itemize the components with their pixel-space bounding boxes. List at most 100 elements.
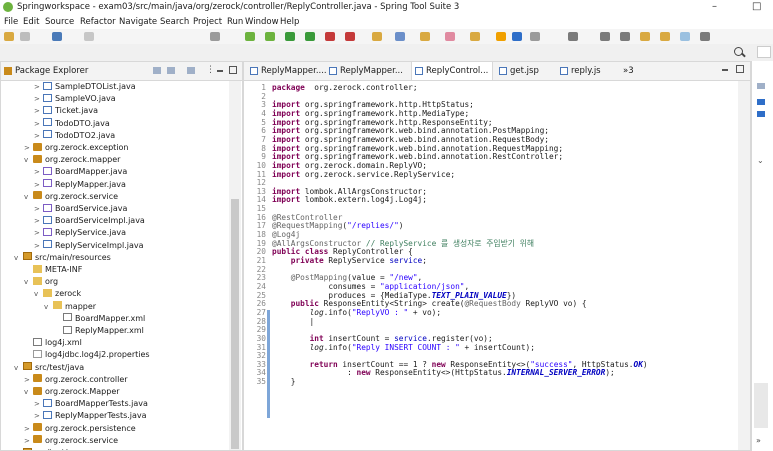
- view-menu-icon[interactable]: ⋮: [206, 65, 215, 75]
- menu-source[interactable]: Source: [45, 17, 74, 27]
- pilcrow-icon[interactable]: [530, 32, 540, 41]
- hide-fields-icon[interactable]: [757, 99, 765, 105]
- minimize-view-icon[interactable]: [217, 70, 223, 72]
- pen-icon[interactable]: [445, 32, 455, 41]
- skip-icon[interactable]: [84, 32, 94, 41]
- tree-item[interactable]: ReplyMapper.xml: [54, 325, 144, 336]
- chevron-right-icon[interactable]: >: [34, 119, 43, 130]
- editor-tab[interactable]: »3: [619, 62, 641, 80]
- menu-navigate[interactable]: Navigate: [119, 17, 157, 27]
- tree-item[interactable]: > ReplyMapper.java: [34, 179, 126, 190]
- tree-item[interactable]: > BoardServiceImpl.java: [34, 215, 145, 226]
- editor-tab[interactable]: ReplyMapper...: [326, 62, 408, 80]
- tree-item[interactable]: >src/test/resources: [14, 447, 106, 450]
- debug-icon[interactable]: [265, 32, 275, 41]
- tree-item[interactable]: > org.zerock.service: [24, 435, 118, 446]
- tree-item[interactable]: > TodoDTO2.java: [34, 130, 115, 141]
- chevron-right-icon[interactable]: >: [24, 424, 33, 435]
- side-scroll-icon[interactable]: [754, 383, 768, 428]
- chevron-down-icon[interactable]: v: [14, 253, 23, 264]
- chevron-down-icon[interactable]: v: [44, 302, 53, 313]
- highlight-icon[interactable]: [496, 32, 506, 41]
- new-type-icon[interactable]: [372, 32, 382, 41]
- menu-project[interactable]: Project: [193, 17, 222, 27]
- menu-help[interactable]: Help: [280, 17, 299, 27]
- new-icon[interactable]: [4, 32, 14, 41]
- minimize-editor-icon[interactable]: [722, 69, 728, 71]
- side-overflow-icon[interactable]: »: [756, 436, 761, 445]
- chevron-right-icon[interactable]: >: [24, 375, 33, 386]
- folder-icon[interactable]: [470, 32, 480, 41]
- tree-item[interactable]: v org.zerock.Mapper: [24, 386, 120, 397]
- tree-item[interactable]: > org.zerock.controller: [24, 374, 128, 385]
- tree-item[interactable]: BoardMapper.xml: [54, 313, 145, 324]
- editor-scrollbar[interactable]: [738, 81, 750, 450]
- outline-icon[interactable]: [757, 83, 765, 89]
- menu-window[interactable]: Window: [245, 17, 279, 27]
- collapse-all-icon[interactable]: [153, 67, 161, 74]
- chevron-right-icon[interactable]: >: [34, 411, 43, 422]
- tree-item[interactable]: > BoardMapper.java: [34, 166, 127, 177]
- last-edit-icon[interactable]: [680, 32, 690, 41]
- open-folder-icon[interactable]: [420, 32, 430, 41]
- tree-item[interactable]: > org.zerock.persistence: [24, 423, 136, 434]
- open-type-icon[interactable]: [395, 32, 405, 41]
- annotation-icon[interactable]: [568, 32, 578, 41]
- menu-run[interactable]: Run: [227, 17, 243, 27]
- editor-tab[interactable]: get.jsp: [496, 62, 554, 80]
- chevron-right-icon[interactable]: >: [34, 204, 43, 215]
- run-icon[interactable]: [285, 32, 295, 41]
- tree-item[interactable]: > Ticket.java: [34, 105, 98, 116]
- chevron-down-icon[interactable]: v: [24, 387, 33, 398]
- tree-item[interactable]: v zerock: [34, 288, 81, 299]
- toggle-icon[interactable]: [210, 32, 220, 41]
- back-icon[interactable]: [640, 32, 650, 41]
- next-annotation-icon[interactable]: [600, 32, 610, 41]
- chevron-right-icon[interactable]: >: [34, 94, 43, 105]
- chevron-right-icon[interactable]: >: [24, 143, 33, 154]
- editor-tab[interactable]: reply.js: [557, 62, 617, 80]
- tree-item[interactable]: > TodoDTO.java: [34, 118, 110, 129]
- tree-item[interactable]: v src/main/resources: [14, 252, 111, 263]
- chevron-right-icon[interactable]: >: [34, 228, 43, 239]
- tree-item[interactable]: > org.zerock.exception: [24, 142, 128, 153]
- link-editor-icon[interactable]: [167, 67, 175, 74]
- chevron-right-icon[interactable]: >: [34, 106, 43, 117]
- toolbar-more-icon[interactable]: [700, 32, 710, 41]
- terminal-icon[interactable]: [52, 32, 62, 41]
- run-as-icon[interactable]: [305, 32, 315, 41]
- menu-edit[interactable]: Edit: [23, 17, 39, 27]
- hide-static-icon[interactable]: [757, 111, 765, 117]
- tree-item[interactable]: > ReplyService.java: [34, 227, 126, 238]
- tree-item[interactable]: > SampleDTOList.java: [34, 81, 136, 92]
- expand-icon[interactable]: ⌄: [757, 156, 764, 165]
- forward-icon[interactable]: [660, 32, 670, 41]
- tree-item[interactable]: v org.zerock.service: [24, 191, 118, 202]
- minimize-button[interactable]: –: [712, 1, 717, 12]
- chevron-right-icon[interactable]: >: [34, 167, 43, 178]
- chevron-down-icon[interactable]: v: [24, 155, 33, 166]
- save-icon[interactable]: [20, 32, 30, 41]
- tree-item[interactable]: > SampleVO.java: [34, 93, 116, 104]
- chevron-down-icon[interactable]: v: [34, 289, 43, 300]
- filter-icon[interactable]: [187, 67, 195, 74]
- tree-item[interactable]: > ReplyMapperTests.java: [34, 410, 147, 421]
- prev-annotation-icon[interactable]: [620, 32, 630, 41]
- editor-tab[interactable]: ReplyControl...: [411, 62, 493, 80]
- spring-boot-icon[interactable]: [245, 32, 255, 41]
- chevron-right-icon[interactable]: >: [34, 241, 43, 252]
- code-area[interactable]: 1 package org.zerock.controller; 2 3 import …: [244, 81, 736, 450]
- menu-search[interactable]: Search: [160, 17, 189, 27]
- tree-item[interactable]: META-INF: [24, 264, 82, 275]
- tree-item[interactable]: log4jdbc.log4j2.properties: [24, 349, 150, 360]
- chevron-down-icon[interactable]: v: [24, 277, 33, 288]
- tree-item[interactable]: > BoardMapperTests.java: [34, 398, 148, 409]
- maximize-button[interactable]: □: [752, 1, 761, 12]
- chevron-right-icon[interactable]: >: [24, 436, 33, 447]
- tree-item[interactable]: log4j.xml: [24, 337, 82, 348]
- chevron-right-icon[interactable]: >: [34, 216, 43, 227]
- explorer-scrollbar[interactable]: [229, 81, 241, 450]
- chevron-right-icon[interactable]: >: [34, 399, 43, 410]
- tree-item[interactable]: > BoardService.java: [34, 203, 127, 214]
- tree-item[interactable]: v src/test/java: [14, 362, 84, 373]
